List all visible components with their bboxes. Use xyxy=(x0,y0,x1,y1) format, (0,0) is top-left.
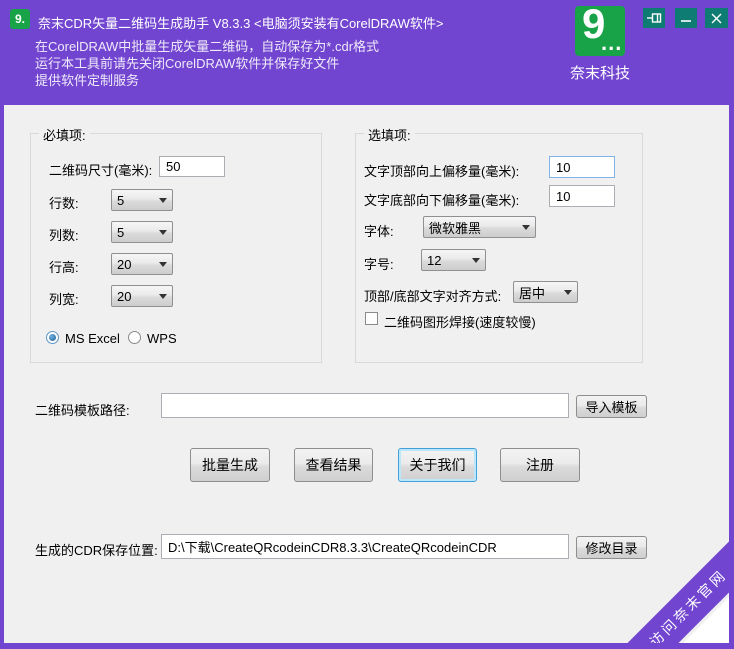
top-offset-input[interactable] xyxy=(549,156,615,178)
radio-wps-label: WPS xyxy=(147,331,177,346)
brand-name: 奈末科技 xyxy=(564,62,636,83)
col-width-dropdown[interactable]: 20 xyxy=(111,285,173,307)
row-height-dropdown[interactable]: 20 xyxy=(111,253,173,275)
window-border-right xyxy=(729,0,734,649)
radio-ms-excel[interactable] xyxy=(46,331,59,344)
description-line: 提供软件定制服务 xyxy=(35,72,379,89)
window-border-bottom xyxy=(0,643,734,649)
text-align-label: 顶部/底部文字对齐方式: xyxy=(364,286,501,305)
minimize-icon xyxy=(680,12,692,24)
chevron-down-icon xyxy=(159,294,167,299)
view-results-button[interactable]: 查看结果 xyxy=(294,448,373,482)
change-directory-button[interactable]: 修改目录 xyxy=(576,536,647,559)
import-template-button[interactable]: 导入模板 xyxy=(576,395,647,418)
font-value: 微软雅黑 xyxy=(429,218,481,237)
bottom-offset-input[interactable] xyxy=(549,185,615,207)
description-line: 运行本工具前请先关闭CorelDRAW软件并保存好文件 xyxy=(35,55,379,72)
app-icon: 9. xyxy=(10,9,30,29)
header-description: 在CorelDRAW中批量生成矢量二维码，自动保存为*.cdr格式 运行本工具前… xyxy=(35,38,379,89)
chevron-down-icon xyxy=(564,290,572,295)
chevron-down-icon xyxy=(522,225,530,230)
font-dropdown[interactable]: 微软雅黑 xyxy=(423,216,536,238)
register-button[interactable]: 注册 xyxy=(500,448,580,482)
pin-button[interactable] xyxy=(643,8,665,28)
row-height-label: 行高: xyxy=(49,257,79,276)
font-label: 字体: xyxy=(364,221,394,240)
close-icon xyxy=(710,12,723,25)
chevron-down-icon xyxy=(472,258,480,263)
col-width-label: 列宽: xyxy=(49,289,79,308)
qr-size-label: 二维码尺寸(毫米): xyxy=(49,160,152,179)
radio-ms-excel-label: MS Excel xyxy=(65,331,120,346)
row-count-label: 行数: xyxy=(49,193,79,212)
col-count-label: 列数: xyxy=(49,225,79,244)
template-path-input[interactable] xyxy=(161,393,569,418)
window-border-left xyxy=(0,0,4,649)
window-title: 奈末CDR矢量二维码生成助手 V8.3.3 <电脑须安装有CorelDRAW软件… xyxy=(38,13,443,32)
batch-generate-button[interactable]: 批量生成 xyxy=(190,448,270,482)
row-count-dropdown[interactable]: 5 xyxy=(111,189,173,211)
group-title-required: 必填项: xyxy=(39,125,90,144)
col-width-value: 20 xyxy=(117,289,131,304)
template-path-label: 二维码模板路径: xyxy=(35,400,130,419)
chevron-down-icon xyxy=(159,262,167,267)
top-offset-label: 文字顶部向上偏移量(毫米): xyxy=(364,161,519,180)
text-align-dropdown[interactable]: 居中 xyxy=(513,281,578,303)
header: 9. 奈末CDR矢量二维码生成助手 V8.3.3 <电脑须安装有CorelDRA… xyxy=(0,0,734,105)
chevron-down-icon xyxy=(159,198,167,203)
radio-wps[interactable] xyxy=(128,331,141,344)
description-line: 在CorelDRAW中批量生成矢量二维码，自动保存为*.cdr格式 xyxy=(35,38,379,55)
row-height-value: 20 xyxy=(117,257,131,272)
qr-size-input[interactable] xyxy=(159,156,225,177)
chevron-down-icon xyxy=(159,230,167,235)
about-us-button[interactable]: 关于我们 xyxy=(398,448,477,482)
required-options-group: 必填项: 二维码尺寸(毫米): 行数: 5 列数: 5 行高: 20 列宽: 2… xyxy=(30,133,322,363)
save-location-input[interactable] xyxy=(161,534,569,559)
font-size-value: 12 xyxy=(427,253,441,268)
app-window: 9. 奈末CDR矢量二维码生成助手 V8.3.3 <电脑须安装有CorelDRA… xyxy=(0,0,734,649)
weld-checkbox-label: 二维码图形焊接(速度较慢) xyxy=(384,312,536,331)
font-size-dropdown[interactable]: 12 xyxy=(421,249,486,271)
col-count-value: 5 xyxy=(117,225,124,240)
optional-options-group: 选填项: 文字顶部向上偏移量(毫米): 文字底部向下偏移量(毫米): 字体: 微… xyxy=(355,133,643,363)
save-location-label: 生成的CDR保存位置: xyxy=(35,540,158,559)
bottom-offset-label: 文字底部向下偏移量(毫米): xyxy=(364,190,519,209)
group-title-optional: 选填项: xyxy=(364,125,415,144)
minimize-button[interactable] xyxy=(675,8,697,28)
brand-logo: 9 ... xyxy=(575,6,625,56)
font-size-label: 字号: xyxy=(364,254,394,273)
weld-checkbox[interactable] xyxy=(365,312,378,325)
row-count-value: 5 xyxy=(117,193,124,208)
logo-dots: ... xyxy=(601,30,622,56)
col-count-dropdown[interactable]: 5 xyxy=(111,221,173,243)
pin-icon xyxy=(647,12,662,24)
close-button[interactable] xyxy=(705,8,728,28)
text-align-value: 居中 xyxy=(519,283,545,302)
